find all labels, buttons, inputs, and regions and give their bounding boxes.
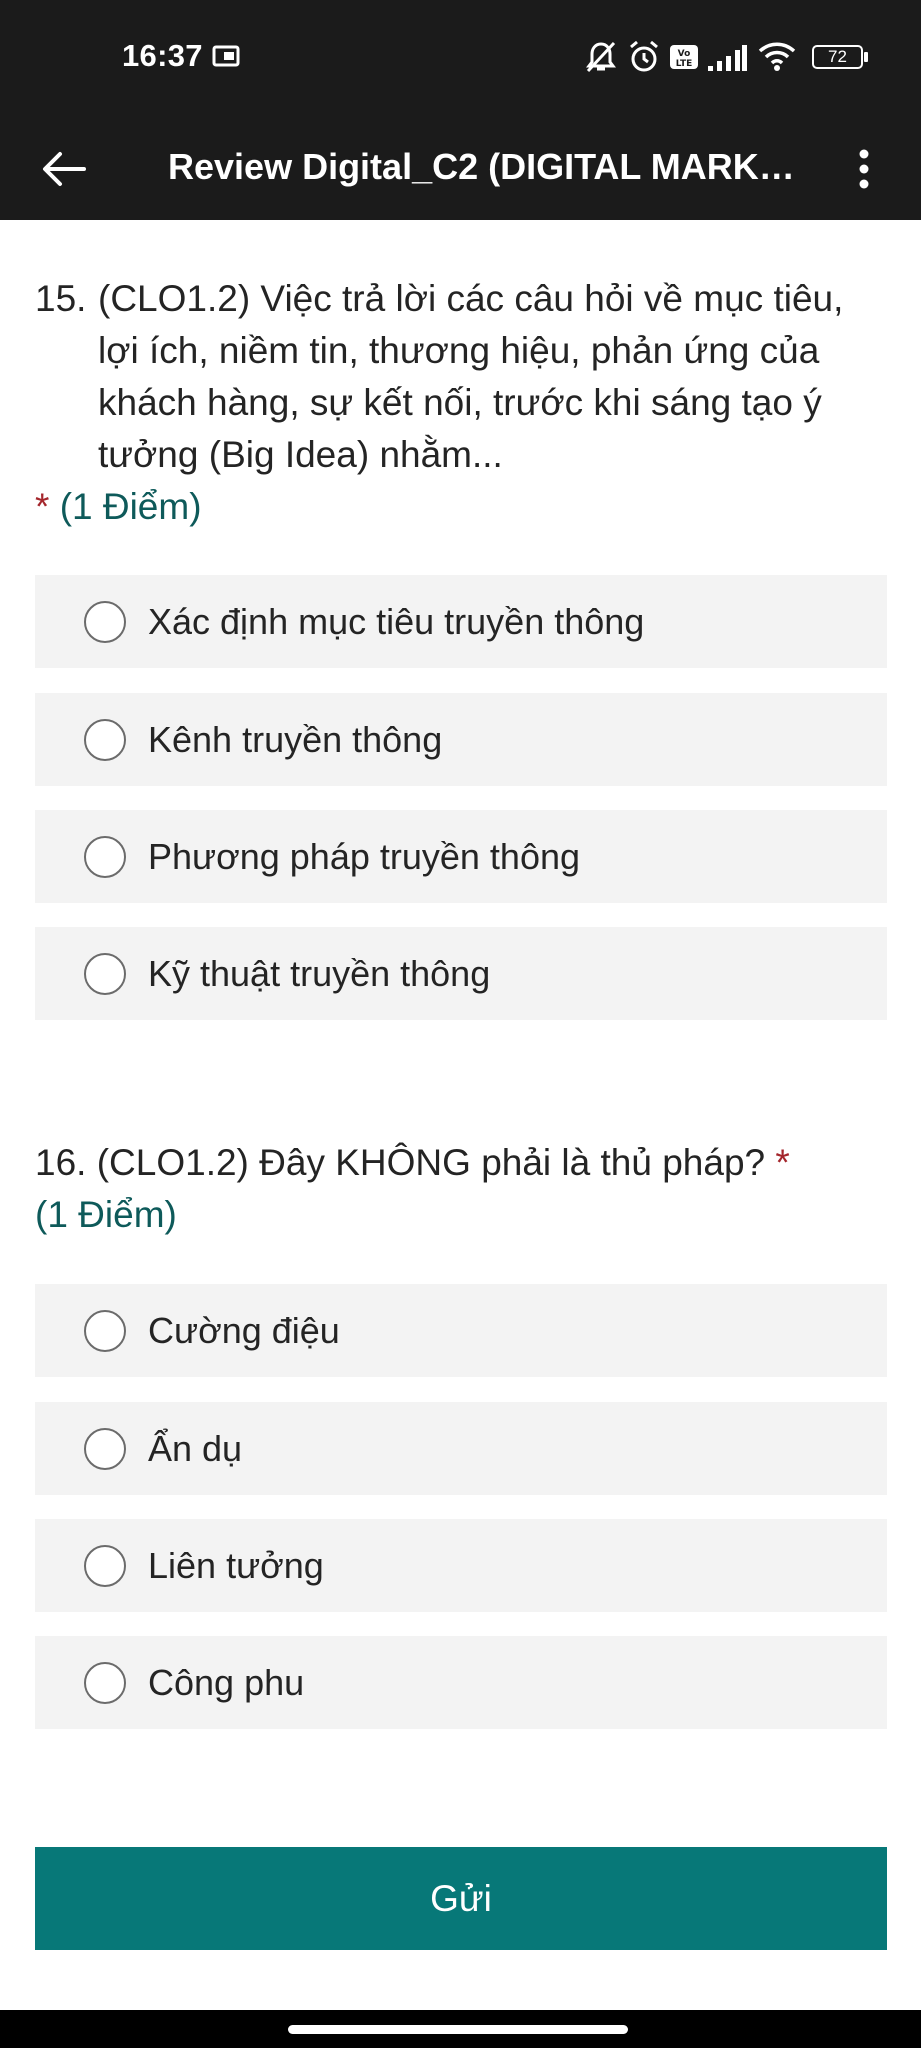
radio-button[interactable] [84,1309,126,1352]
question-16: 16. (CLO1.2) Đây KHÔNG phải là thủ pháp?… [35,1137,887,1241]
app-bar: Review Digital_C2 (DIGITAL MARKE... [0,113,921,220]
option-label: Công phu [148,1661,305,1703]
battery-icon: 72 [812,45,868,69]
svg-text:LTE: LTE [676,59,693,69]
question-15-option-2[interactable]: Kênh truyền thông [35,693,887,786]
signal-icon [708,45,747,71]
radio-button[interactable] [84,952,126,995]
radio-button[interactable] [84,1427,126,1470]
question-text: (CLO1.2) Việc trả lời các câu hỏi về mục… [98,278,844,475]
points-label: (1 Điểm) [35,1194,177,1235]
wifi-icon [758,42,796,71]
option-label: Kỹ thuật truyền thông [148,952,491,994]
question-16-option-1[interactable]: Cường điệu [35,1284,887,1377]
back-arrow-icon [43,152,86,186]
page-title: Review Digital_C2 (DIGITAL MARKE... [168,146,808,187]
question-16-title: 16. (CLO1.2) Đây KHÔNG phải là thủ pháp?… [35,1137,887,1189]
home-gesture-handle[interactable] [288,2025,628,2034]
option-label: Xác định mục tiêu truyền thông [148,600,645,642]
required-mark: * [775,1142,790,1183]
question-number: 15. [35,278,87,319]
question-16-option-2[interactable]: Ẩn dụ [35,1402,887,1495]
question-15-option-4[interactable]: Kỹ thuật truyền thông [35,927,887,1020]
battery-level: 72 [828,47,847,66]
back-button[interactable] [28,133,100,205]
question-15-points: * (1 Điểm) [35,481,887,533]
notification-icon [212,45,240,67]
option-label: Ẩn dụ [148,1427,243,1469]
submit-button[interactable]: Gửi [35,1847,887,1950]
radio-button[interactable] [84,718,126,761]
status-bar: 16:37 Vo LTE 72 [0,0,921,113]
question-15: 15. (CLO1.2) Việc trả lời các câu hỏi về… [35,273,887,533]
radio-button[interactable] [84,835,126,878]
navigation-bar [0,2010,921,2048]
question-16-option-4[interactable]: Công phu [35,1636,887,1729]
required-mark: * [35,486,50,527]
question-15-option-1[interactable]: Xác định mục tiêu truyền thông [35,575,887,668]
mute-icon [586,41,616,73]
question-text: (CLO1.2) Đây KHÔNG phải là thủ pháp? [96,1142,766,1183]
option-label: Kênh truyền thông [148,718,443,760]
radio-button[interactable] [84,1661,126,1704]
points-label: (1 Điểm) [59,486,202,527]
more-vert-icon [859,149,869,189]
radio-button[interactable] [84,1544,126,1587]
question-15-title: 15. (CLO1.2) Việc trả lời các câu hỏi về… [35,273,887,481]
more-options-button[interactable] [840,133,888,205]
question-15-option-3[interactable]: Phương pháp truyền thông [35,810,887,903]
question-16-points: (1 Điểm) [35,1189,887,1241]
question-16-option-3[interactable]: Liên tưởng [35,1519,887,1612]
radio-button[interactable] [84,600,126,643]
svg-text:Vo: Vo [678,49,691,59]
volte-icon: Vo LTE [670,45,698,69]
option-label: Cường điệu [148,1309,340,1351]
option-label: Phương pháp truyền thông [148,835,581,877]
alarm-icon [630,40,658,72]
status-time: 16:37 [122,38,203,73]
question-number: 16. [35,1142,87,1183]
option-label: Liên tưởng [148,1544,324,1586]
